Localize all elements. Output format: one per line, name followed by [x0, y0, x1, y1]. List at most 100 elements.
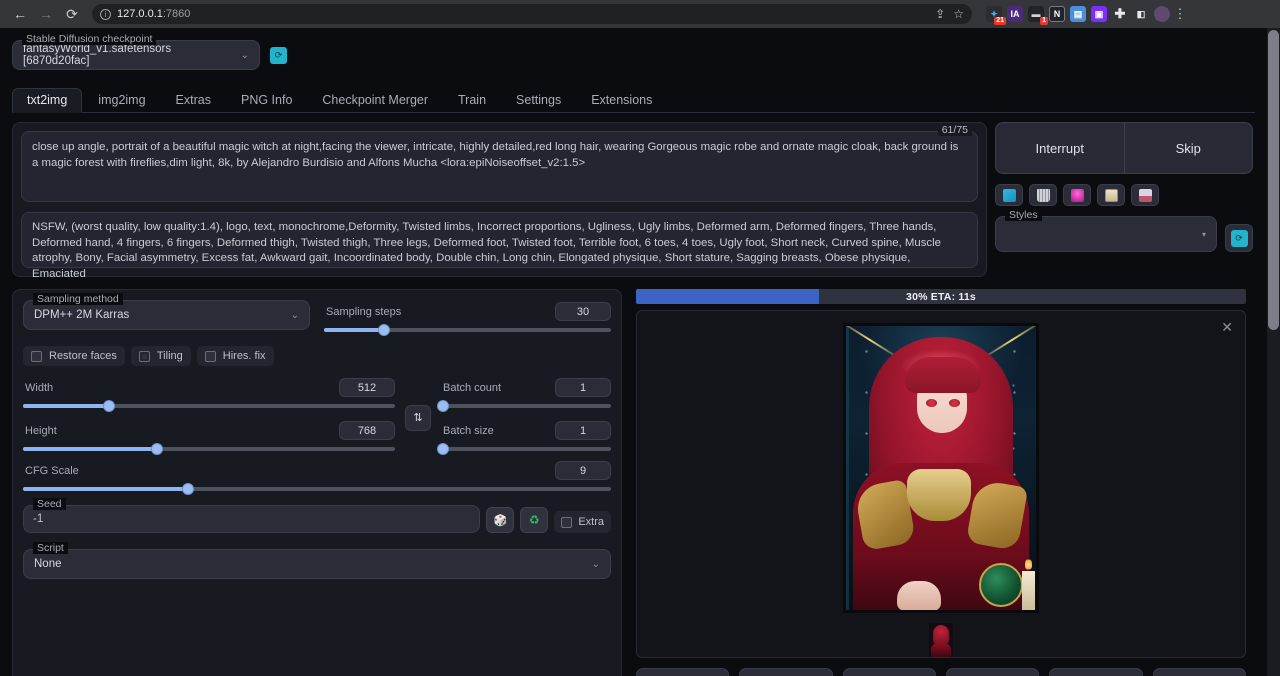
prompt-tool-row: [995, 184, 1253, 206]
cfg-scale-slider[interactable]: [23, 487, 611, 491]
token-counter: 61/75: [938, 124, 972, 136]
extra-seed-checkbox[interactable]: Extra: [554, 511, 611, 533]
checkpoint-dropdown[interactable]: Stable Diffusion checkpoint fantasyWorld…: [12, 40, 260, 70]
url-host: 127.0.0.1: [117, 8, 163, 20]
reload-button[interactable]: ⟳: [60, 2, 84, 26]
pen-glyph: [1003, 189, 1016, 202]
styles-row: Styles ▾ ⟳: [995, 216, 1253, 252]
extension-icon[interactable]: ✦21: [986, 6, 1002, 22]
script-label: Script: [33, 542, 68, 554]
width-label: Width: [23, 382, 53, 394]
address-bar[interactable]: i 127.0.0.1:7860 ⇪ ☆: [92, 4, 972, 24]
tab-txt2img[interactable]: txt2img: [12, 88, 82, 113]
clear-prompt-icon[interactable]: [1029, 184, 1057, 206]
scrollbar-thumb[interactable]: [1268, 30, 1279, 330]
extension-tray: ✦21 IA ▬1 N ▤ ▣ ✚ ◧: [980, 6, 1170, 22]
close-icon[interactable]: ✕: [1221, 319, 1233, 336]
height-value[interactable]: 768: [339, 421, 395, 440]
send-to-img2img-button[interactable]: [843, 668, 936, 676]
seed-input[interactable]: Seed -1: [23, 505, 480, 533]
tab-checkpoint-merger[interactable]: Checkpoint Merger: [308, 89, 442, 112]
width-value[interactable]: 512: [339, 378, 395, 397]
tab-train[interactable]: Train: [444, 89, 500, 112]
styles-dropdown[interactable]: Styles ▾: [995, 216, 1217, 252]
sampling-steps-slider[interactable]: [324, 328, 611, 332]
extension-badge: 21: [994, 17, 1006, 25]
batch-count-group: Batch count 1: [441, 376, 611, 408]
tiling-checkbox[interactable]: Tiling: [131, 346, 191, 366]
send-to-inpaint-button[interactable]: [946, 668, 1039, 676]
extension-icon-purple[interactable]: ▣: [1091, 6, 1107, 22]
batch-group: Batch count 1 Batch size 1: [441, 376, 611, 451]
reuse-seed-icon[interactable]: ♻: [520, 507, 548, 533]
open-folder-button[interactable]: [1153, 668, 1246, 676]
tab-png-info[interactable]: PNG Info: [227, 89, 306, 112]
restore-faces-checkbox[interactable]: Restore faces: [23, 346, 125, 366]
show-extra-networks-icon[interactable]: [1063, 184, 1091, 206]
hires-fix-checkbox[interactable]: Hires. fix: [197, 346, 274, 366]
result-panel: 30% ETA: 11s ✕: [636, 289, 1246, 676]
hires-fix-label: Hires. fix: [223, 350, 266, 362]
chevron-down-icon: ⌄: [241, 50, 249, 61]
script-dropdown[interactable]: Script None ⌄: [23, 549, 611, 579]
puzzle-icon[interactable]: ✚: [1112, 6, 1128, 22]
save-button[interactable]: [636, 668, 729, 676]
prompt-section: 61/75 close up angle, portrait of a beau…: [12, 122, 1255, 277]
page-scrollbar[interactable]: [1267, 28, 1280, 676]
sampling-steps-value[interactable]: 30: [555, 302, 611, 321]
batch-count-slider[interactable]: [441, 404, 611, 408]
apply-style-icon[interactable]: [1097, 184, 1125, 206]
action-column: Interrupt Skip: [995, 122, 1253, 277]
browser-menu-icon[interactable]: ⋮: [1172, 6, 1188, 22]
script-value: None: [34, 558, 62, 570]
interrupt-button[interactable]: Interrupt: [996, 123, 1124, 173]
tab-extensions[interactable]: Extensions: [577, 89, 666, 112]
positive-prompt-input[interactable]: close up angle, portrait of a beautiful …: [21, 131, 978, 202]
extension-icon-ia[interactable]: IA: [1007, 6, 1023, 22]
side-panel-icon[interactable]: ◧: [1133, 6, 1149, 22]
dice-glyph: 🎲: [493, 514, 507, 527]
swap-width-height-icon[interactable]: ⇅: [405, 405, 431, 431]
save-zip-button[interactable]: [739, 668, 832, 676]
random-seed-icon[interactable]: 🎲: [486, 507, 514, 533]
sampler-steps-row: Sampling method DPM++ 2M Karras ⌄ Sampli…: [23, 300, 611, 332]
gallery-thumbnail[interactable]: [929, 623, 953, 657]
height-slider[interactable]: [23, 447, 395, 451]
url-port: :7860: [163, 8, 191, 20]
web-page: Stable Diffusion checkpoint fantasyWorld…: [0, 28, 1280, 676]
avatar[interactable]: [1154, 6, 1170, 22]
generated-image[interactable]: [843, 323, 1039, 613]
width-slider[interactable]: [23, 404, 395, 408]
batch-count-value[interactable]: 1: [555, 378, 611, 397]
tab-settings[interactable]: Settings: [502, 89, 575, 112]
sampling-steps-label: Sampling steps: [324, 306, 401, 318]
prompt-column: 61/75 close up angle, portrait of a beau…: [12, 122, 987, 277]
read-generation-parameters-icon[interactable]: [995, 184, 1023, 206]
extra-label: Extra: [578, 516, 604, 528]
share-icon[interactable]: ⇪: [935, 7, 945, 21]
refresh-styles-button[interactable]: ⟳: [1225, 224, 1253, 252]
image-gallery: ✕: [636, 310, 1246, 658]
save-style-icon[interactable]: [1131, 184, 1159, 206]
tab-img2img[interactable]: img2img: [84, 89, 159, 112]
skip-button[interactable]: Skip: [1124, 123, 1253, 173]
batch-size-slider[interactable]: [441, 447, 611, 451]
back-button[interactable]: ←: [8, 2, 32, 26]
sampling-method-dropdown[interactable]: Sampling method DPM++ 2M Karras ⌄: [23, 300, 310, 330]
refresh-checkpoints-icon[interactable]: ⟳: [270, 47, 287, 64]
negative-prompt-input[interactable]: NSFW, (worst quality, low quality:1.4), …: [21, 212, 978, 268]
seed-label: Seed: [33, 498, 66, 510]
extension-icon-recorder[interactable]: ▬1: [1028, 6, 1044, 22]
sampling-method-label: Sampling method: [33, 293, 123, 305]
send-to-extras-button[interactable]: [1049, 668, 1142, 676]
bookmark-star-icon[interactable]: ☆: [953, 7, 964, 21]
extension-icon-image[interactable]: ▤: [1070, 6, 1086, 22]
refresh-styles-icon: ⟳: [1231, 230, 1248, 247]
generate-controls: Interrupt Skip: [995, 122, 1253, 174]
forward-button[interactable]: →: [34, 2, 58, 26]
extension-icon-notion[interactable]: N: [1049, 6, 1065, 22]
site-info-icon[interactable]: i: [100, 9, 111, 20]
tab-extras[interactable]: Extras: [162, 89, 225, 112]
batch-size-value[interactable]: 1: [555, 421, 611, 440]
cfg-scale-value[interactable]: 9: [555, 461, 611, 480]
